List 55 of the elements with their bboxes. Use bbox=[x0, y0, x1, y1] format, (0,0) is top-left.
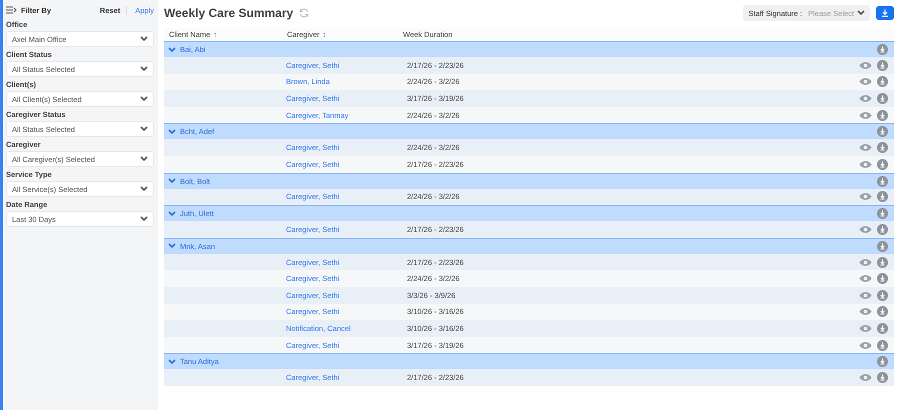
download-icon[interactable] bbox=[877, 356, 888, 368]
download-icon[interactable] bbox=[877, 142, 888, 154]
download-icon[interactable] bbox=[877, 273, 888, 284]
download-icon[interactable] bbox=[877, 256, 888, 268]
download-icon[interactable] bbox=[877, 191, 888, 202]
chevron-down-icon[interactable] bbox=[168, 210, 176, 217]
download-icon[interactable] bbox=[877, 176, 888, 187]
download-icon[interactable] bbox=[877, 340, 888, 351]
eye-icon[interactable] bbox=[859, 258, 872, 267]
chevron-down-icon bbox=[140, 156, 148, 162]
download-icon[interactable] bbox=[877, 290, 888, 301]
chevron-down-icon[interactable] bbox=[168, 46, 176, 52]
eye-icon[interactable] bbox=[859, 290, 872, 300]
download-icon[interactable] bbox=[877, 224, 888, 235]
eye-icon[interactable] bbox=[859, 77, 872, 86]
eye-icon[interactable] bbox=[859, 94, 872, 103]
download-icon[interactable] bbox=[877, 126, 888, 138]
download-icon[interactable] bbox=[877, 76, 888, 88]
chevron-down-icon bbox=[140, 186, 148, 192]
eye-icon[interactable] bbox=[859, 324, 872, 333]
chevron-down-icon[interactable] bbox=[168, 243, 176, 250]
eye-icon[interactable] bbox=[859, 274, 872, 284]
download-icon[interactable] bbox=[877, 92, 888, 104]
download-button[interactable] bbox=[876, 6, 894, 20]
download-icon[interactable] bbox=[877, 306, 888, 318]
eye-icon[interactable] bbox=[859, 60, 872, 70]
download-icon[interactable] bbox=[877, 44, 888, 55]
eye-icon[interactable] bbox=[859, 110, 872, 120]
chevron-down-icon bbox=[857, 10, 865, 16]
eye-icon[interactable] bbox=[859, 340, 872, 350]
chevron-down-icon bbox=[140, 96, 148, 102]
eye-icon[interactable] bbox=[859, 160, 872, 169]
chevron-down-icon[interactable] bbox=[168, 128, 176, 135]
download-icon[interactable] bbox=[877, 158, 888, 170]
eye-icon[interactable] bbox=[859, 143, 872, 152]
page-title: Weekly Care Summary bbox=[164, 6, 294, 20]
eye-icon[interactable] bbox=[859, 307, 872, 316]
download-icon[interactable] bbox=[877, 372, 888, 384]
eye-icon[interactable] bbox=[859, 224, 872, 234]
download-icon[interactable] bbox=[877, 240, 888, 252]
download-icon bbox=[881, 9, 889, 17]
chevron-down-icon[interactable] bbox=[168, 358, 176, 365]
chevron-down-icon bbox=[140, 216, 148, 222]
chevron-down-icon bbox=[140, 126, 148, 132]
chevron-down-icon bbox=[140, 36, 148, 42]
download-icon[interactable] bbox=[877, 110, 888, 121]
download-icon[interactable] bbox=[877, 322, 888, 334]
refresh-icon[interactable] bbox=[299, 8, 310, 18]
eye-icon[interactable] bbox=[859, 373, 872, 382]
chevron-down-icon bbox=[140, 66, 148, 72]
filter-list-icon[interactable] bbox=[6, 6, 17, 14]
eye-icon[interactable] bbox=[859, 192, 872, 202]
download-icon[interactable] bbox=[877, 60, 888, 71]
download-icon[interactable] bbox=[877, 208, 888, 220]
chevron-down-icon[interactable] bbox=[168, 178, 176, 184]
